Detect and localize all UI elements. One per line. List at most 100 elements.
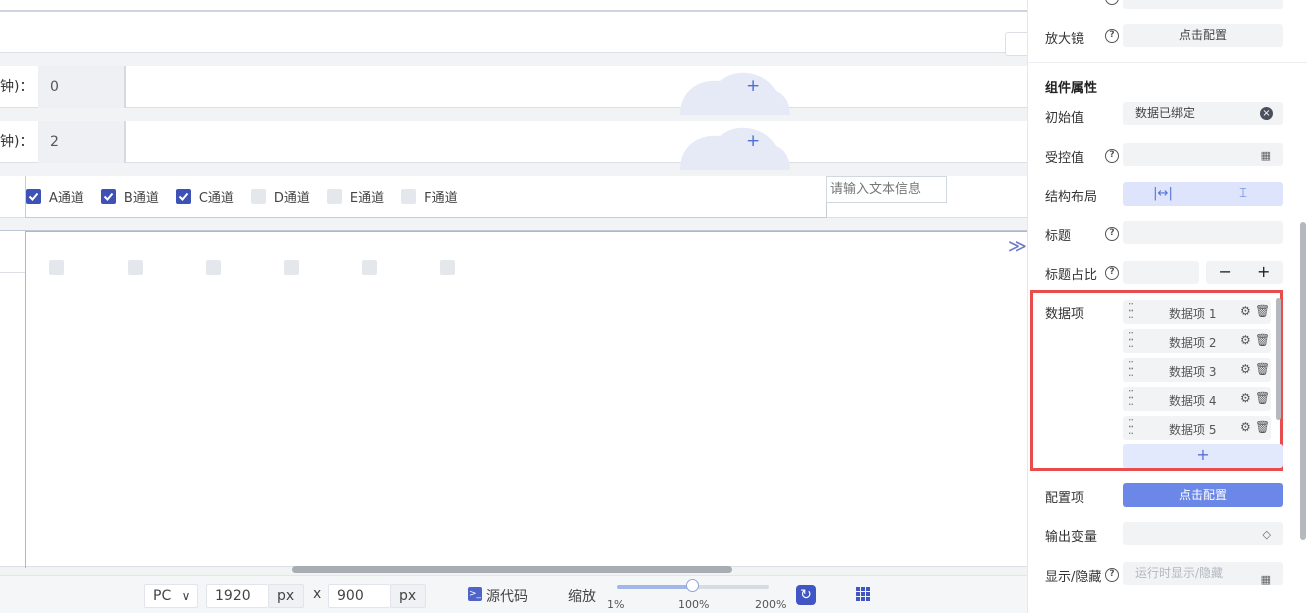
horizontal-scrollbar[interactable] [292,566,732,573]
gear-icon[interactable]: ⚙ [1240,420,1251,434]
channel-checkbox[interactable]: E通道 [326,176,401,218]
checkbox-square[interactable] [362,260,377,275]
drag-handle-icon[interactable]: ⁚⁚ ⁚⁚ [1128,389,1134,407]
gear-icon[interactable]: ⚙ [1240,362,1251,376]
channel-checkbox[interactable]: C通道 [175,176,251,218]
canvas-row-4[interactable]: A通道 B通道 C通道 D通道 E通道 F通道 [0,176,1027,218]
output-var-field[interactable]: ◇ [1123,522,1283,545]
data-item-row[interactable]: ⁚⁚ ⁚⁚ 数据项 5 ⚙ 🗑 [1123,416,1271,440]
drag-handle-icon[interactable]: ⁚⁚ ⁚⁚ [1128,331,1134,349]
data-item-label: 数据项 4 [1169,394,1217,408]
help-icon[interactable]: ? [1105,0,1119,5]
gear-icon[interactable]: ⚙ [1240,391,1251,405]
row-3-value[interactable]: 2 [38,121,126,163]
data-list-scrollbar[interactable] [1276,298,1281,420]
channel-checkbox[interactable]: D通道 [250,176,327,218]
checkbox-square[interactable] [49,260,64,275]
add-plus-icon[interactable]: + [746,131,760,151]
trash-icon[interactable]: 🗑 [1255,333,1270,347]
grid-icon[interactable] [856,587,870,601]
drag-handle-icon[interactable]: ⁚⁚ ⁚⁚ [1128,418,1134,436]
channel-checkbox-label: A通道 [49,191,84,206]
help-icon[interactable]: ? [1105,227,1119,241]
reset-zoom-icon[interactable]: ↻ [796,585,816,605]
trash-icon[interactable]: 🗑 [1255,304,1270,318]
width-input[interactable]: 1920 [206,584,268,608]
add-plus-icon[interactable]: + [746,76,760,96]
drag-handle-icon[interactable]: ⁚⁚ ⁚⁚ [1128,360,1134,378]
controlled-value-field[interactable]: ▦ [1123,143,1283,166]
corner-input-box[interactable] [1005,32,1027,56]
trash-icon[interactable]: 🗑 [1255,362,1270,376]
panel-scrollbar[interactable] [1300,222,1306,540]
zoom-min-label: 1% [607,598,625,611]
help-icon[interactable]: ? [1105,149,1119,163]
initial-value-label: 初始值 [1045,111,1085,126]
data-items-list: ⁚⁚ ⁚⁚ 数据项 1 ⚙ 🗑 ⁚⁚ ⁚⁚ 数据项 2 ⚙ 🗑 ⁚⁚ ⁚⁚ 数据项 3 ⚙ 🗑 ⁚⁚ ⁚⁚ 数据项… [1123,300,1271,445]
checkbox-square[interactable] [206,260,221,275]
gear-icon[interactable]: ⚙ [1240,304,1251,318]
vertical-layout-icon[interactable]: ⌶ [1203,182,1283,206]
checkbox-square[interactable] [440,260,455,275]
checkbox-unchecked-icon[interactable] [326,189,342,204]
trash-icon[interactable]: 🗑 [1255,391,1270,405]
large-component-box[interactable] [25,231,1027,568]
data-items-label: 数据项 [1045,307,1085,322]
top-partial-field[interactable] [1123,0,1283,9]
calculator-icon[interactable]: ▦ [1261,568,1271,591]
data-item-row[interactable]: ⁚⁚ ⁚⁚ 数据项 2 ⚙ 🗑 [1123,329,1271,353]
checkbox-square[interactable] [284,260,299,275]
source-code-button[interactable]: 源代码 [486,586,528,606]
gear-icon[interactable]: ⚙ [1240,333,1251,347]
data-item-row[interactable]: ⁚⁚ ⁚⁚ 数据项 3 ⚙ 🗑 [1123,358,1271,382]
width-unit: px [268,584,304,608]
zoom-slider-knob[interactable] [686,579,699,592]
checkbox-checked-icon[interactable] [100,189,116,204]
checkbox-unchecked-icon[interactable] [250,189,266,204]
checkbox-checked-icon[interactable] [175,189,191,204]
add-data-item-button[interactable]: + [1123,444,1283,468]
controlled-value-label: 受控值 [1045,151,1085,166]
data-item-row[interactable]: ⁚⁚ ⁚⁚ 数据项 4 ⚙ 🗑 [1123,387,1271,411]
title-ratio-input[interactable] [1123,261,1199,284]
magnifier-config-button[interactable]: 点击配置 [1123,24,1283,47]
help-icon[interactable]: ? [1105,266,1119,280]
design-canvas[interactable]: 钟)： 0 + 钟)： 2 + A通道 B通道 C通道 D通道 E通道 F通道 ≫ [0,0,1027,613]
checkbox-square[interactable] [128,260,143,275]
canvas-row-5[interactable] [0,230,1027,568]
calculator-icon[interactable]: ▦ [1261,149,1271,162]
tag-icon[interactable]: ◇ [1263,528,1271,541]
text-info-input[interactable] [826,176,947,203]
device-select[interactable]: PC ∨ [144,584,198,608]
channel-checkbox[interactable]: B通道 [100,176,176,218]
data-item-row[interactable]: ⁚⁚ ⁚⁚ 数据项 1 ⚙ 🗑 [1123,300,1271,324]
expand-panel-icon[interactable]: ≫ [1008,236,1027,257]
drag-handle-icon[interactable]: ⁚⁚ ⁚⁚ [1128,302,1134,320]
layout-toggle-group: |↔| ⌶ [1123,182,1283,206]
increment-button[interactable]: + [1245,261,1284,284]
device-value: PC [153,588,172,604]
decrement-button[interactable]: − [1206,261,1245,284]
height-input[interactable]: 900 [328,584,390,608]
channel-checkbox[interactable]: F通道 [401,176,474,218]
data-item-label: 数据项 3 [1169,365,1217,379]
canvas-row-2[interactable]: 钟)： 0 + [0,66,1027,115]
trash-icon[interactable]: 🗑 [1255,420,1270,434]
title-field[interactable] [1123,221,1283,244]
config-button[interactable]: 点击配置 [1123,483,1283,507]
help-icon[interactable]: ? [1105,29,1119,43]
checkbox-checked-icon[interactable] [26,189,41,204]
checkbox-unchecked-icon[interactable] [401,189,417,204]
clear-icon[interactable]: × [1260,107,1273,120]
title-ratio-label: 标题占比 [1045,268,1098,283]
visibility-field[interactable]: 运行时显示/隐藏 ▦ [1123,562,1283,586]
channel-checkbox[interactable]: A通道 [26,176,101,218]
help-icon[interactable]: ? [1105,568,1119,582]
canvas-row-3[interactable]: 钟)： 2 + [0,121,1027,170]
canvas-row-1[interactable] [0,12,1027,56]
initial-value-field[interactable]: 数据已绑定 × [1123,102,1283,125]
horizontal-layout-icon[interactable]: |↔| [1123,182,1203,206]
visibility-placeholder: 运行时显示/隐藏 [1135,566,1224,580]
checkbox-group[interactable]: A通道 B通道 C通道 D通道 E通道 F通道 [25,176,827,218]
row-2-value[interactable]: 0 [38,66,126,108]
